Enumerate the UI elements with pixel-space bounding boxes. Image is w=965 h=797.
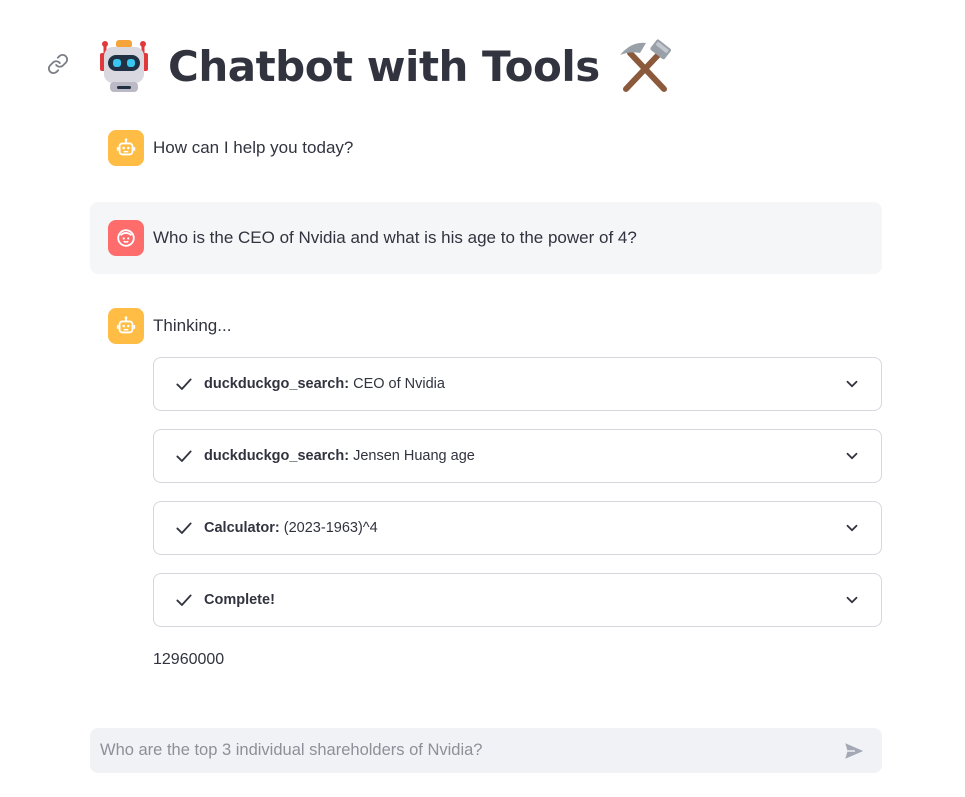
tool-step-label: Calculator: (2023-1963)^4 bbox=[204, 520, 378, 536]
bot-face-icon bbox=[116, 316, 136, 334]
tool-query: (2023-1963)^4 bbox=[283, 520, 378, 536]
check-icon bbox=[176, 594, 192, 606]
link-icon[interactable] bbox=[47, 53, 69, 75]
tool-name: duckduckgo_search: bbox=[204, 376, 350, 392]
tool-name: Calculator: bbox=[204, 520, 280, 536]
check-icon bbox=[176, 378, 192, 390]
message-text: Who is the CEO of Nvidia and what is his… bbox=[153, 228, 637, 247]
bot-face-icon bbox=[116, 138, 136, 156]
message-text: How can I help you today? bbox=[153, 138, 354, 157]
chevron-down-icon[interactable] bbox=[843, 447, 861, 465]
user-avatar bbox=[108, 220, 144, 256]
assistant-avatar bbox=[108, 308, 144, 344]
robot-face-emoji-icon bbox=[100, 40, 148, 92]
tool-step-label: Complete! bbox=[204, 592, 275, 608]
check-icon bbox=[176, 450, 192, 462]
chat-input[interactable] bbox=[90, 728, 834, 773]
chat-message-assistant: How can I help you today? bbox=[90, 130, 882, 166]
chevron-down-icon[interactable] bbox=[843, 375, 861, 393]
hammer-and-pick-emoji-icon bbox=[619, 39, 671, 92]
tool-name: duckduckgo_search: bbox=[204, 448, 350, 464]
tool-step-expander[interactable]: Calculator: (2023-1963)^4 bbox=[153, 501, 882, 555]
tool-name: Complete! bbox=[204, 592, 275, 608]
assistant-answer: 12960000 bbox=[153, 651, 225, 668]
tool-query: CEO of Nvidia bbox=[353, 376, 445, 392]
chat-input-container bbox=[90, 728, 882, 773]
tool-step-expander[interactable]: duckduckgo_search: CEO of Nvidia bbox=[153, 357, 882, 411]
tool-step-label: duckduckgo_search: Jensen Huang age bbox=[204, 448, 475, 464]
smiley-face-icon bbox=[117, 229, 135, 247]
chat-message-assistant: Thinking... bbox=[90, 308, 882, 344]
tool-step-label: duckduckgo_search: CEO of Nvidia bbox=[204, 376, 445, 392]
check-icon bbox=[176, 522, 192, 534]
message-text: Thinking... bbox=[153, 316, 232, 335]
send-icon bbox=[845, 742, 864, 759]
tool-query: Jensen Huang age bbox=[353, 448, 475, 464]
tool-step-expander[interactable]: duckduckgo_search: Jensen Huang age bbox=[153, 429, 882, 483]
chevron-down-icon[interactable] bbox=[843, 591, 861, 609]
chat-message-user: Who is the CEO of Nvidia and what is his… bbox=[90, 202, 882, 274]
tool-step-expander[interactable]: Complete! bbox=[153, 573, 882, 627]
page-title-row: Chatbot with Tools bbox=[96, 36, 672, 96]
chevron-down-icon[interactable] bbox=[843, 519, 861, 537]
assistant-avatar bbox=[108, 130, 144, 166]
page-title: Chatbot with Tools bbox=[168, 41, 600, 91]
send-button[interactable] bbox=[834, 731, 874, 771]
